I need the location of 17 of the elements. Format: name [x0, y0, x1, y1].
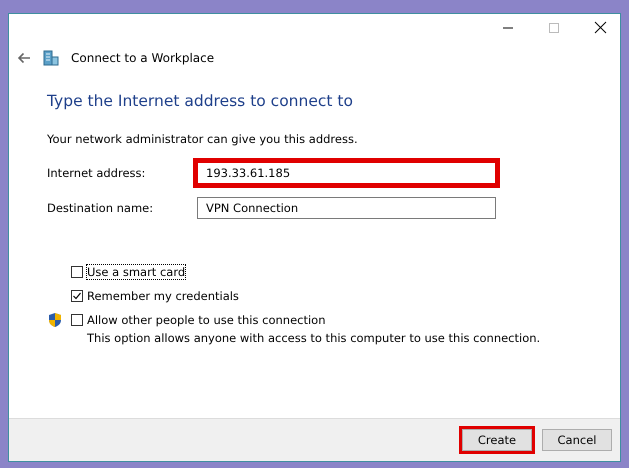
- dialog-button[interactable]: Cancel: [542, 429, 612, 451]
- text-field[interactable]: VPN Connection: [197, 197, 496, 219]
- checkbox[interactable]: [71, 266, 83, 278]
- checkbox[interactable]: [71, 290, 83, 302]
- checkbox-label[interactable]: Remember my credentials: [87, 289, 239, 303]
- field-label: Internet address:: [47, 166, 146, 180]
- instruction-text: Your network administrator can give you this address.: [47, 132, 359, 146]
- checkbox[interactable]: [71, 314, 83, 326]
- building-icon: [43, 50, 59, 66]
- window-title: Connect to a Workplace: [71, 51, 214, 65]
- option-note: This option allows anyone with access to this computer to use this connection.: [87, 331, 542, 345]
- checkbox-label[interactable]: Allow other people to use this connection: [87, 313, 326, 327]
- checkbox-label[interactable]: Use a smart card: [87, 265, 186, 279]
- dialog-button[interactable]: Create: [462, 429, 532, 451]
- back-arrow-icon[interactable]: [17, 52, 31, 64]
- page-heading: Type the Internet address to connect to: [47, 92, 354, 110]
- field-label: Destination name:: [47, 201, 154, 215]
